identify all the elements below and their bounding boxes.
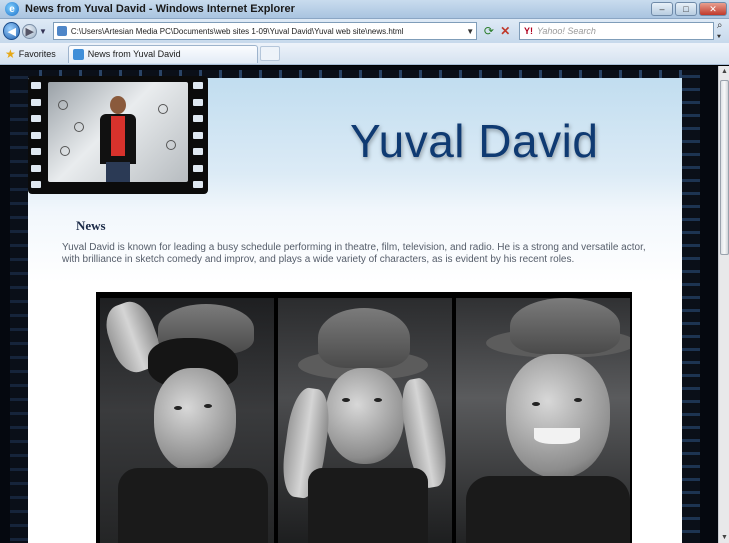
photo-strip xyxy=(96,292,632,543)
window-title-bar: e News from Yuval David - Windows Intern… xyxy=(0,0,729,19)
address-dropdown-icon[interactable]: ▼ xyxy=(464,27,476,36)
search-input[interactable]: Y! Yahoo! Search xyxy=(519,22,714,40)
web-page: Yuval David News Yuval David is known fo… xyxy=(10,70,700,543)
tab-news[interactable]: News from Yuval David xyxy=(67,44,258,63)
page-tab-icon xyxy=(72,48,84,60)
site-title: Yuval David xyxy=(350,115,599,167)
recent-pages-dropdown-icon[interactable]: ▼ xyxy=(39,27,47,36)
header-photo-person xyxy=(100,96,136,182)
navigation-bar: ◀ ▶ ▼ C:\Users\Artesian Media PC\Documen… xyxy=(0,19,729,43)
intro-paragraph: Yuval David is known for leading a busy … xyxy=(62,242,646,265)
address-text[interactable]: C:\Users\Artesian Media PC\Documents\web… xyxy=(71,27,464,36)
portrait-panel-2 xyxy=(278,298,452,543)
new-tab-button[interactable] xyxy=(259,46,280,61)
favorites-bar: ★ Favorites News from Yuval David xyxy=(0,43,729,65)
section-heading: News xyxy=(76,218,106,233)
address-bar[interactable]: C:\Users\Artesian Media PC\Documents\web… xyxy=(52,22,478,40)
window-title: News from Yuval David - Windows Internet… xyxy=(25,3,295,15)
portrait-panel-3 xyxy=(456,298,630,543)
forward-arrow-icon[interactable]: ▶ xyxy=(22,23,37,39)
search-icon[interactable]: ⌕ ▾ xyxy=(717,20,729,42)
browser-content: Yuval David News Yuval David is known fo… xyxy=(0,66,718,543)
maximize-button[interactable]: □ xyxy=(675,2,697,16)
film-holes-right xyxy=(193,82,205,188)
close-button[interactable]: ✕ xyxy=(699,2,727,16)
portrait-panel-1 xyxy=(100,298,274,543)
ie-logo-icon: e xyxy=(5,2,19,16)
grunge-border-left xyxy=(10,70,28,543)
search-placeholder: Yahoo! Search xyxy=(537,26,596,36)
favorites-label: Favorites xyxy=(18,48,56,59)
star-icon: ★ xyxy=(5,46,16,61)
tab-label: News from Yuval David xyxy=(87,49,181,59)
window-controls: – □ ✕ xyxy=(651,2,727,16)
favorites-button[interactable]: ★ Favorites xyxy=(5,47,56,61)
header-filmstrip xyxy=(28,76,208,194)
minimize-button[interactable]: – xyxy=(651,2,673,16)
page-icon xyxy=(56,26,67,36)
refresh-icon[interactable]: ⟳ xyxy=(480,22,497,40)
back-arrow-icon[interactable]: ◀ xyxy=(3,22,21,40)
film-holes-left xyxy=(31,82,43,188)
stop-icon[interactable]: ✕ xyxy=(498,22,513,40)
scroll-up-icon[interactable]: ▲ xyxy=(719,66,729,77)
grunge-border-right xyxy=(682,70,700,543)
vertical-scrollbar[interactable]: ▲ ▼ xyxy=(718,66,729,543)
header-photo xyxy=(48,82,188,182)
scroll-thumb[interactable] xyxy=(720,80,729,255)
scroll-down-icon[interactable]: ▼ xyxy=(719,532,729,543)
yahoo-logo: Y! xyxy=(524,26,534,36)
